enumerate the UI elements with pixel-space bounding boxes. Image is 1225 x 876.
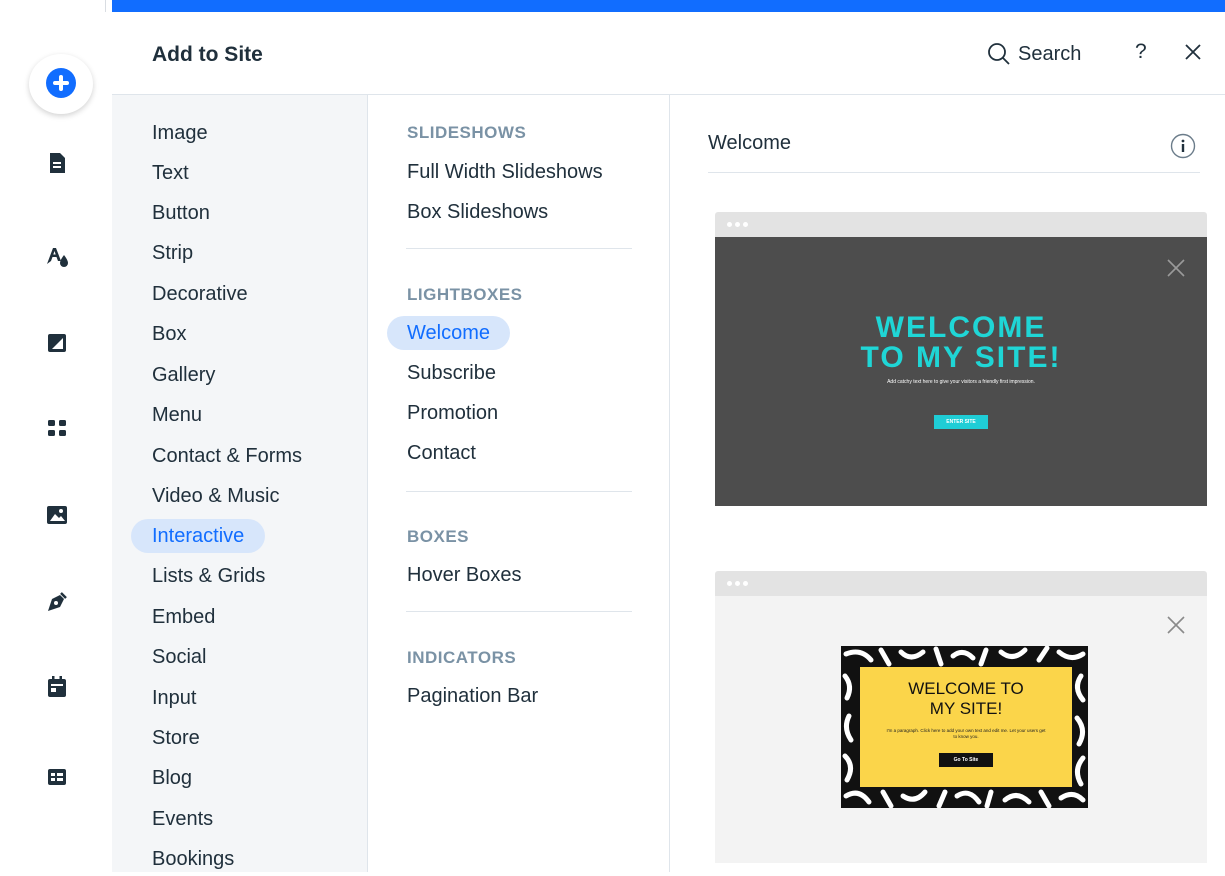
category-decorative[interactable]: Decorative bbox=[152, 277, 248, 311]
app-market-icon[interactable] bbox=[44, 415, 70, 441]
category-image[interactable]: Image bbox=[152, 116, 208, 150]
section-divider bbox=[406, 611, 632, 612]
search-button[interactable]: Search bbox=[986, 39, 1081, 69]
add-to-site-panel: Add to Site Search ? Image Text Button S… bbox=[112, 12, 1225, 872]
sub-item-promotion[interactable]: Promotion bbox=[407, 396, 498, 430]
sub-item-full-width-slideshows[interactable]: Full Width Slideshows bbox=[407, 155, 603, 189]
category-input[interactable]: Input bbox=[152, 681, 196, 715]
dot bbox=[743, 222, 748, 227]
preview-title: Welcome bbox=[708, 132, 791, 154]
panel-title: Add to Site bbox=[152, 43, 263, 66]
info-icon[interactable] bbox=[1169, 132, 1197, 160]
category-box[interactable]: Box bbox=[152, 317, 186, 351]
section-divider bbox=[406, 248, 632, 249]
dot bbox=[743, 581, 748, 586]
lightbox-body: WELCOME TO MY SITE! Add catchy text here… bbox=[715, 237, 1207, 506]
lightbox-headline-line2: TO MY SITE! bbox=[860, 341, 1062, 374]
panel-header: Add to Site Search ? bbox=[112, 12, 1225, 95]
background-icon[interactable] bbox=[44, 330, 70, 356]
sub-item-welcome[interactable]: Welcome bbox=[387, 316, 510, 350]
section-heading-boxes: BOXES bbox=[407, 527, 470, 546]
blog-pen-icon[interactable] bbox=[44, 589, 70, 615]
category-social[interactable]: Social bbox=[152, 640, 206, 674]
sub-item-box-slideshows[interactable]: Box Slideshows bbox=[407, 195, 548, 229]
sub-item-hover-boxes[interactable]: Hover Boxes bbox=[407, 558, 522, 592]
category-bookings[interactable]: Bookings bbox=[152, 842, 234, 876]
preview-area: Welcome WELCOME TO MY SITE! Add catchy t… bbox=[670, 95, 1225, 872]
sub-item-pagination-bar[interactable]: Pagination Bar bbox=[407, 679, 538, 713]
add-elements-button[interactable] bbox=[29, 54, 93, 114]
enter-site-button: ENTER SITE bbox=[934, 415, 988, 429]
close-icon bbox=[1165, 614, 1187, 636]
close-icon bbox=[1165, 257, 1187, 279]
browser-bar bbox=[715, 212, 1207, 237]
category-blog[interactable]: Blog bbox=[152, 761, 192, 795]
my-business-icon[interactable] bbox=[44, 764, 70, 790]
category-button[interactable]: Button bbox=[152, 196, 210, 230]
category-embed[interactable]: Embed bbox=[152, 600, 215, 634]
close-button[interactable] bbox=[1181, 40, 1205, 64]
lightbox-card: WELCOME TO MY SITE! I'm a paragraph. Cli… bbox=[860, 667, 1072, 787]
go-to-site-button: Go To Site bbox=[939, 753, 993, 767]
divider bbox=[105, 0, 106, 12]
browser-bar bbox=[715, 571, 1207, 596]
category-menu[interactable]: Menu bbox=[152, 398, 202, 432]
preview-divider bbox=[708, 172, 1200, 173]
category-interactive[interactable]: Interactive bbox=[131, 519, 266, 553]
search-icon bbox=[988, 43, 1010, 65]
dot bbox=[735, 581, 740, 586]
section-heading-slideshows: SLIDESHOWS bbox=[407, 123, 527, 142]
category-text[interactable]: Text bbox=[152, 156, 189, 190]
dot bbox=[735, 222, 740, 227]
plus-icon bbox=[46, 68, 76, 98]
lightbox-paragraph: I'm a paragraph. Click here to add your … bbox=[886, 728, 1046, 739]
top-accent-bar bbox=[112, 0, 1225, 12]
sub-item-subscribe[interactable]: Subscribe bbox=[407, 356, 496, 390]
top-left-strip bbox=[0, 0, 112, 12]
category-events[interactable]: Events bbox=[152, 802, 213, 836]
lightbox-paragraph: Add catchy text here to give your visito… bbox=[887, 379, 1035, 385]
lightbox-headline-line2: MY SITE! bbox=[929, 699, 1003, 718]
lightbox-body: WELCOME TO MY SITE! I'm a paragraph. Cli… bbox=[715, 596, 1207, 863]
dot bbox=[727, 222, 732, 227]
section-heading-lightboxes: LIGHTBOXES bbox=[407, 285, 523, 304]
left-toolbar bbox=[0, 12, 112, 872]
bookings-calendar-icon[interactable] bbox=[44, 674, 70, 700]
category-contact-forms[interactable]: Contact & Forms bbox=[152, 439, 302, 473]
close-icon bbox=[1185, 44, 1201, 60]
lightbox-headline-line1: WELCOME TO bbox=[908, 679, 1024, 698]
pages-icon[interactable] bbox=[44, 150, 70, 176]
dot bbox=[727, 581, 732, 586]
help-button[interactable]: ? bbox=[1135, 40, 1147, 64]
site-design-icon[interactable] bbox=[44, 244, 70, 270]
section-divider bbox=[406, 491, 632, 492]
category-gallery[interactable]: Gallery bbox=[152, 358, 215, 392]
sub-item-contact[interactable]: Contact bbox=[407, 436, 476, 470]
media-icon[interactable] bbox=[44, 502, 70, 528]
category-list: Image Text Button Strip Decorative Box G… bbox=[112, 95, 368, 872]
lightbox-headline-line1: WELCOME bbox=[875, 311, 1047, 344]
subcategory-list: SLIDESHOWS Full Width Slideshows Box Sli… bbox=[368, 95, 670, 872]
lightbox-preview-pattern[interactable]: WELCOME TO MY SITE! I'm a paragraph. Cli… bbox=[715, 571, 1207, 863]
section-heading-indicators: INDICATORS bbox=[407, 648, 517, 667]
category-lists-grids[interactable]: Lists & Grids bbox=[152, 559, 265, 593]
category-strip[interactable]: Strip bbox=[152, 236, 193, 270]
lightbox-preview-dark[interactable]: WELCOME TO MY SITE! Add catchy text here… bbox=[715, 212, 1207, 506]
search-label: Search bbox=[1018, 42, 1082, 65]
category-store[interactable]: Store bbox=[152, 721, 200, 755]
category-video-music[interactable]: Video & Music bbox=[152, 479, 279, 513]
